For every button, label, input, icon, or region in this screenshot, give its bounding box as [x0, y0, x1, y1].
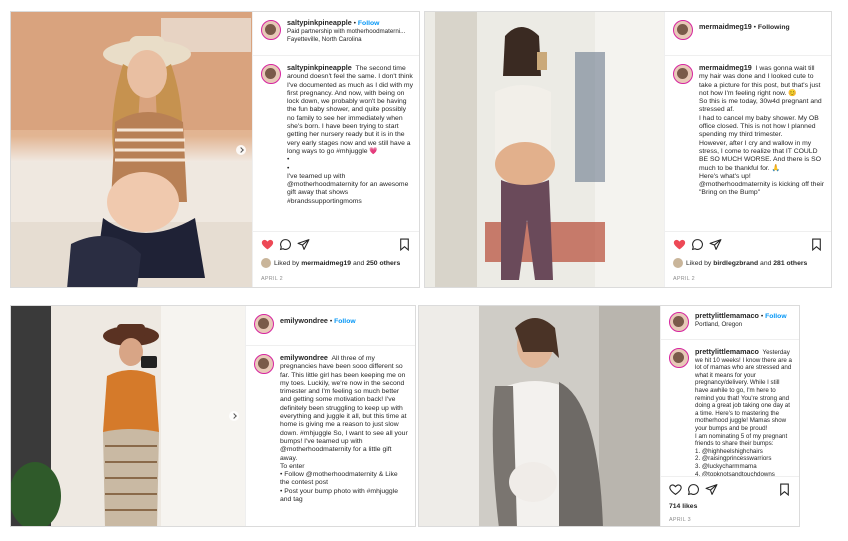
caption-username[interactable]: mermaidmeg19 [699, 63, 752, 72]
following-button[interactable]: Following [758, 24, 790, 31]
caption-text: I was gonna wait till my hair was done a… [699, 65, 825, 197]
pregnant-woman-photo-2 [425, 12, 664, 287]
pregnant-woman-photo-3 [11, 306, 245, 526]
share-icon[interactable] [297, 238, 310, 251]
caption-avatar[interactable] [673, 64, 693, 84]
likes-summary: 714 likes [669, 500, 793, 514]
post-header: mermaidmeg19 • Following [665, 12, 831, 56]
post-card-3: emilywondree • Follow emilywondree All t… [10, 305, 416, 527]
liker-avatar[interactable] [673, 258, 683, 269]
caption-avatar[interactable] [669, 348, 689, 368]
share-icon[interactable] [705, 483, 718, 496]
comment-icon[interactable] [279, 238, 292, 251]
caption-area: emilywondree All three of my pregnancies… [246, 348, 415, 526]
heart-icon[interactable] [261, 238, 274, 251]
caption-username[interactable]: saltypinkpineapple [287, 63, 352, 72]
location-label[interactable]: Portland, Oregon [695, 321, 793, 329]
username[interactable]: prettylittlemamaco [695, 311, 759, 320]
username[interactable]: emilywondree [280, 316, 328, 325]
comment-icon[interactable] [691, 238, 704, 251]
action-bar [665, 231, 831, 255]
pregnant-woman-photo-1 [11, 12, 252, 287]
post-date[interactable]: APRIL 2 [261, 276, 283, 282]
follow-button[interactable]: Follow [765, 313, 787, 320]
caption-area: mermaidmeg19 I was gonna wait till my ha… [665, 58, 831, 229]
caption-text: Yesterday we hit 10 weeks! I know there … [695, 349, 792, 476]
bookmark-icon[interactable] [398, 238, 411, 251]
username[interactable]: mermaidmeg19 [699, 22, 752, 31]
likes-summary: Liked by birdlegzbrand and 281 others [673, 257, 825, 271]
caption-area: saltypinkpineapple The second time aroun… [253, 58, 419, 229]
caption-text: The second time around doesn't feel the … [287, 65, 413, 205]
post-date[interactable]: APRIL 2 [673, 276, 695, 282]
next-photo-arrow[interactable] [236, 144, 246, 155]
post-panel-1: saltypinkpineapple • Follow Paid partner… [252, 12, 419, 287]
liked-by-count[interactable]: 250 others [366, 260, 400, 267]
likes-and: and [758, 260, 774, 267]
likes-count[interactable]: 714 likes [669, 503, 697, 510]
action-bar [253, 231, 419, 255]
bookmark-icon[interactable] [778, 483, 791, 496]
post-header: emilywondree • Follow [246, 306, 415, 346]
caption-area: prettylittlemamaco Yesterday we hit 10 w… [661, 342, 799, 476]
post-photo-4[interactable] [419, 306, 660, 526]
likes-prefix: Liked by [686, 260, 714, 267]
heart-icon[interactable] [673, 238, 686, 251]
avatar[interactable] [669, 312, 689, 332]
post-panel-2: mermaidmeg19 • Following mermaidmeg19 I … [664, 12, 831, 287]
post-photo-2[interactable] [425, 12, 664, 287]
post-header: prettylittlemamaco • Follow Portland, Or… [661, 306, 799, 340]
post-card-2: mermaidmeg19 • Following mermaidmeg19 I … [424, 11, 832, 288]
heart-icon[interactable] [669, 483, 682, 496]
avatar[interactable] [254, 314, 274, 334]
liked-by-count[interactable]: 281 others [773, 260, 807, 267]
follow-button[interactable]: Follow [358, 20, 380, 27]
share-icon[interactable] [709, 238, 722, 251]
liker-avatar[interactable] [261, 258, 271, 269]
post-card-4: prettylittlemamaco • Follow Portland, Or… [418, 305, 800, 527]
separator-dot: • [760, 313, 764, 320]
username[interactable]: saltypinkpineapple [287, 18, 352, 27]
post-card-1: saltypinkpineapple • Follow Paid partner… [10, 11, 420, 288]
likes-prefix: Liked by [274, 260, 302, 267]
separator-dot: • [353, 20, 356, 27]
separator-dot: • [753, 24, 757, 31]
caption-avatar[interactable] [261, 64, 281, 84]
post-header: saltypinkpineapple • Follow Paid partner… [253, 12, 419, 56]
likes-and: and [351, 260, 367, 267]
caption-avatar[interactable] [254, 354, 274, 374]
location-label[interactable]: Fayetteville, North Carolina [287, 36, 413, 44]
post-date[interactable]: APRIL 3 [669, 517, 691, 523]
liked-by-user[interactable]: mermaidmeg19 [301, 260, 351, 267]
caption-text: All three of my pregnancies have been so… [280, 355, 408, 504]
separator-dot: • [329, 318, 333, 325]
likes-summary: Liked by mermaidmeg19 and 250 others [261, 257, 413, 271]
avatar[interactable] [261, 20, 281, 40]
avatar[interactable] [673, 20, 693, 40]
caption-username[interactable]: prettylittlemamaco [695, 347, 759, 356]
caption-username[interactable]: emilywondree [280, 353, 328, 362]
follow-button[interactable]: Follow [334, 318, 356, 325]
pregnant-woman-photo-4 [419, 306, 660, 526]
bookmark-icon[interactable] [810, 238, 823, 251]
paid-partnership-label[interactable]: Paid partnership with motherhoodmaterni.… [287, 28, 413, 36]
next-photo-arrow[interactable] [229, 411, 239, 421]
action-bar [661, 476, 799, 500]
liked-by-user[interactable]: birdlegzbrand [713, 260, 758, 267]
post-panel-4: prettylittlemamaco • Follow Portland, Or… [660, 306, 799, 526]
post-panel-3: emilywondree • Follow emilywondree All t… [245, 306, 415, 526]
post-photo-1[interactable] [11, 12, 252, 287]
comment-icon[interactable] [687, 483, 700, 496]
post-photo-3[interactable] [11, 306, 245, 526]
